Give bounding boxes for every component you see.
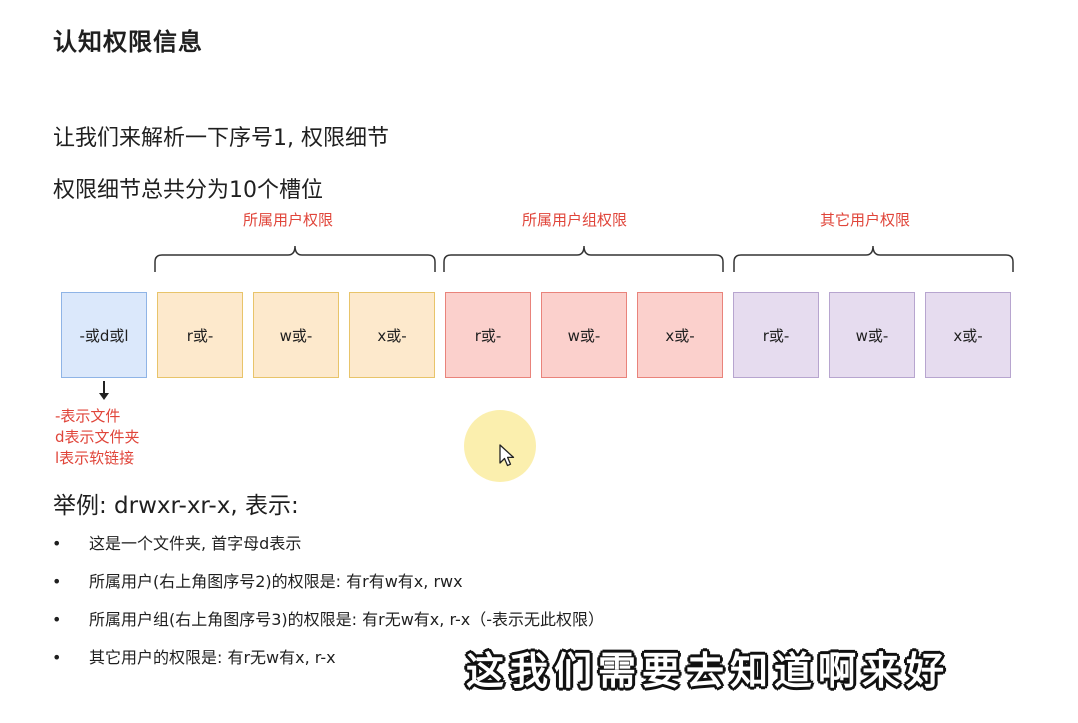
slot-group-read: r或- <box>445 292 531 378</box>
type-note-line: -表示文件 <box>55 407 121 425</box>
slot-other-execute: x或- <box>925 292 1011 378</box>
list-item: 所属用户(右上角图序号2)的权限是: 有r有w有x, rwx <box>50 568 604 606</box>
group-braces <box>154 245 1014 272</box>
video-subtitle: 这我们需要去知道啊来好 <box>466 649 951 693</box>
brace-owner <box>154 245 436 272</box>
slot-owner-read: r或- <box>157 292 243 378</box>
slot-other-read: r或- <box>733 292 819 378</box>
down-arrow-icon <box>99 381 109 400</box>
slot-owner-execute: x或- <box>349 292 435 378</box>
example-heading: 举例: drwxr-xr-x, 表示: <box>53 493 299 519</box>
brace-other <box>733 245 1014 272</box>
slot-file-type: -或d或l <box>61 292 147 378</box>
list-item: 所属用户组(右上角图序号3)的权限是: 有r无w有x, r-x（-表示无此权限） <box>50 606 604 644</box>
slot-group-write: w或- <box>541 292 627 378</box>
mouse-pointer-icon <box>499 444 515 467</box>
type-note-line: l表示软链接 <box>55 449 135 467</box>
type-note-line: d表示文件夹 <box>55 428 140 446</box>
slot-group-execute: x或- <box>637 292 723 378</box>
slot-owner-write: w或- <box>253 292 339 378</box>
slot-other-write: w或- <box>829 292 915 378</box>
list-item: 这是一个文件夹, 首字母d表示 <box>50 530 604 568</box>
brace-group <box>443 245 724 272</box>
file-type-note: -表示文件 d表示文件夹 l表示软链接 <box>55 406 140 469</box>
